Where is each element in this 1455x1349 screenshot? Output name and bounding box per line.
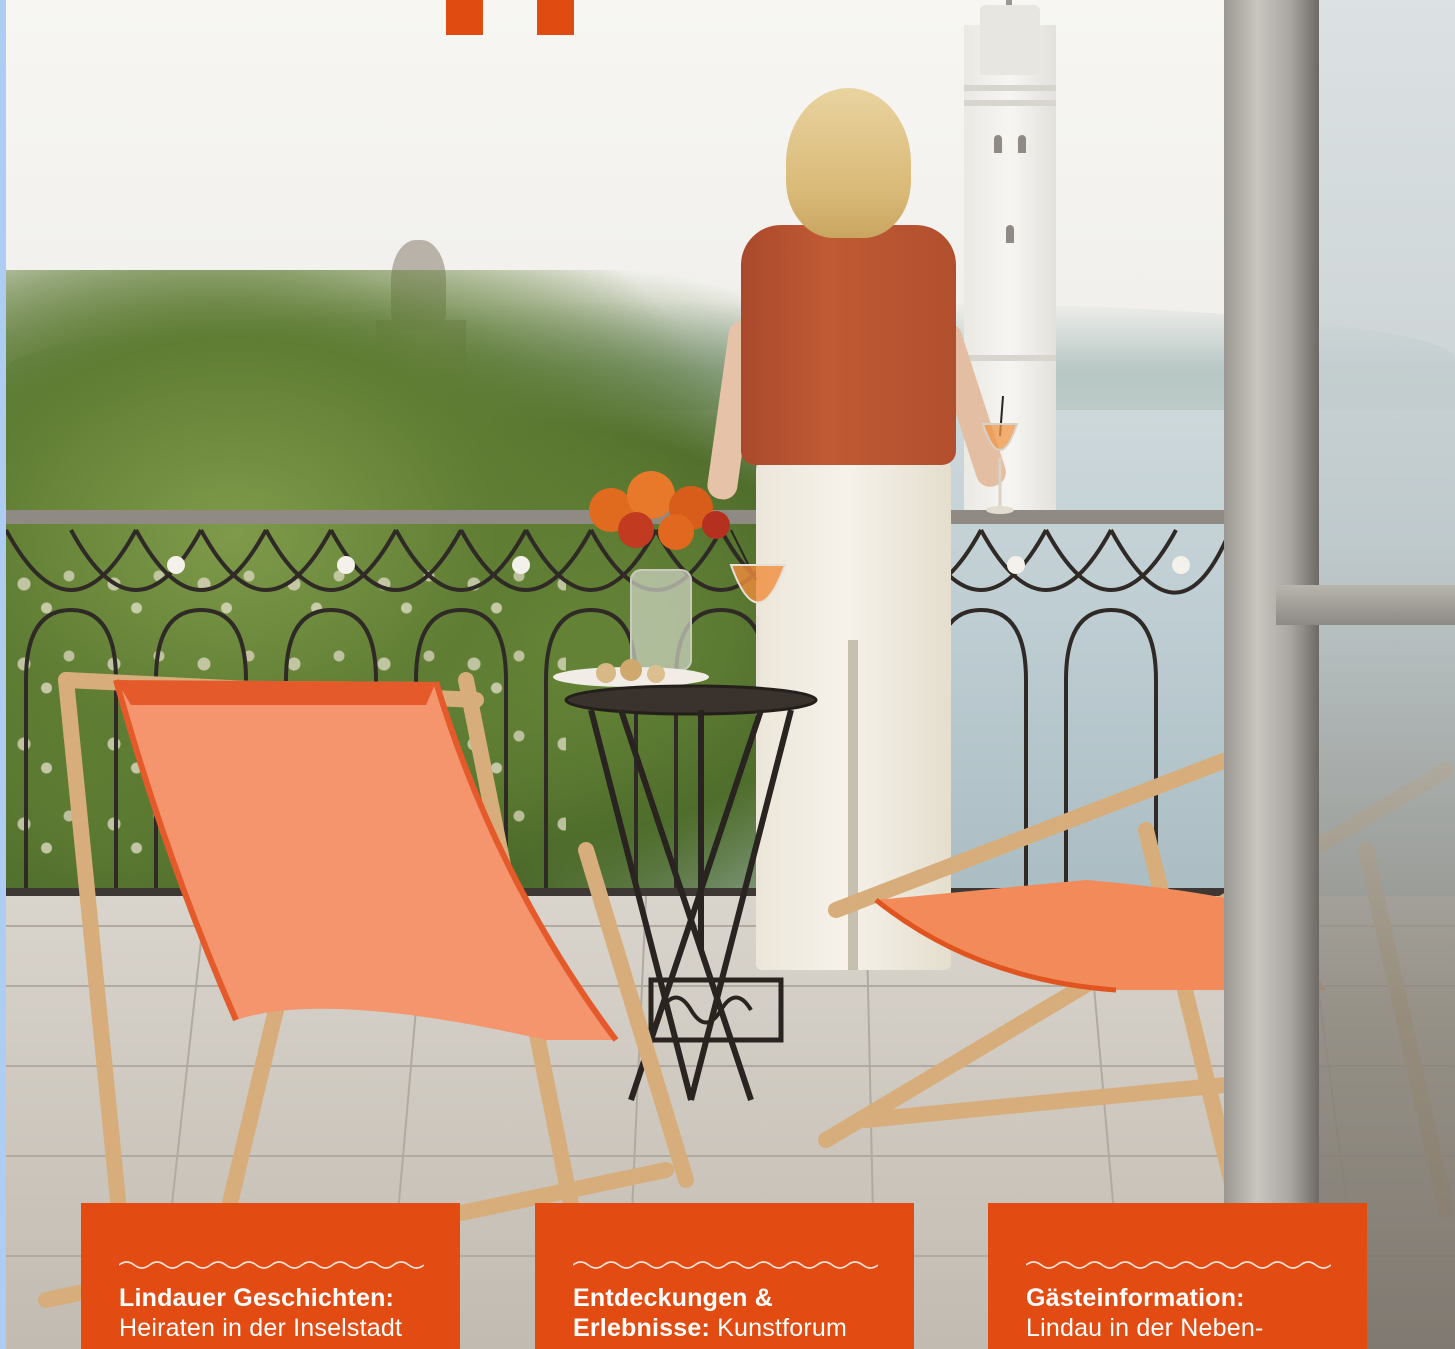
teaser-text: Gästeinformation: Lindau in der Neben- <box>1026 1283 1346 1343</box>
teaser-body: Lindau in der Neben- <box>1026 1314 1264 1342</box>
spritz-glass-icon <box>729 529 787 685</box>
teaser-body: Kunstforum <box>717 1314 847 1342</box>
accent-tab-right <box>537 0 574 35</box>
teaser-card-discoveries[interactable]: Entdeckungen & Erlebnisse: Kunstforum <box>535 1203 914 1349</box>
teaser-body: Heiraten in der Inselstadt <box>119 1314 403 1342</box>
door-handle-bar <box>1276 585 1455 625</box>
wave-divider-icon <box>119 1261 424 1269</box>
cover-photo <box>6 0 1455 1349</box>
woman-shirt <box>741 225 956 465</box>
teaser-text: Lindauer Geschichten: Heiraten in der In… <box>119 1283 439 1343</box>
wave-divider-icon <box>573 1261 878 1269</box>
teaser-title: Lindauer Geschichten: <box>119 1284 395 1312</box>
flower-bouquet-icon <box>589 471 730 671</box>
woman-hair <box>786 88 911 238</box>
teaser-card-stories[interactable]: Lindauer Geschichten: Heiraten in der In… <box>81 1203 460 1349</box>
teaser-text: Entdeckungen & Erlebnisse: Kunstforum <box>573 1283 893 1343</box>
door-glass-pane <box>1319 0 1455 1349</box>
teaser-card-guest-info[interactable]: Gästeinformation: Lindau in der Neben- <box>988 1203 1367 1349</box>
wine-glass-icon <box>981 396 1019 514</box>
teaser-title: Gästeinformation: <box>1026 1284 1245 1312</box>
accent-tab-left <box>446 0 483 35</box>
page: Lindauer Geschichten: Heiraten in der In… <box>0 0 1455 1349</box>
wave-divider-icon <box>1026 1261 1331 1269</box>
door-frame <box>1224 0 1319 1349</box>
